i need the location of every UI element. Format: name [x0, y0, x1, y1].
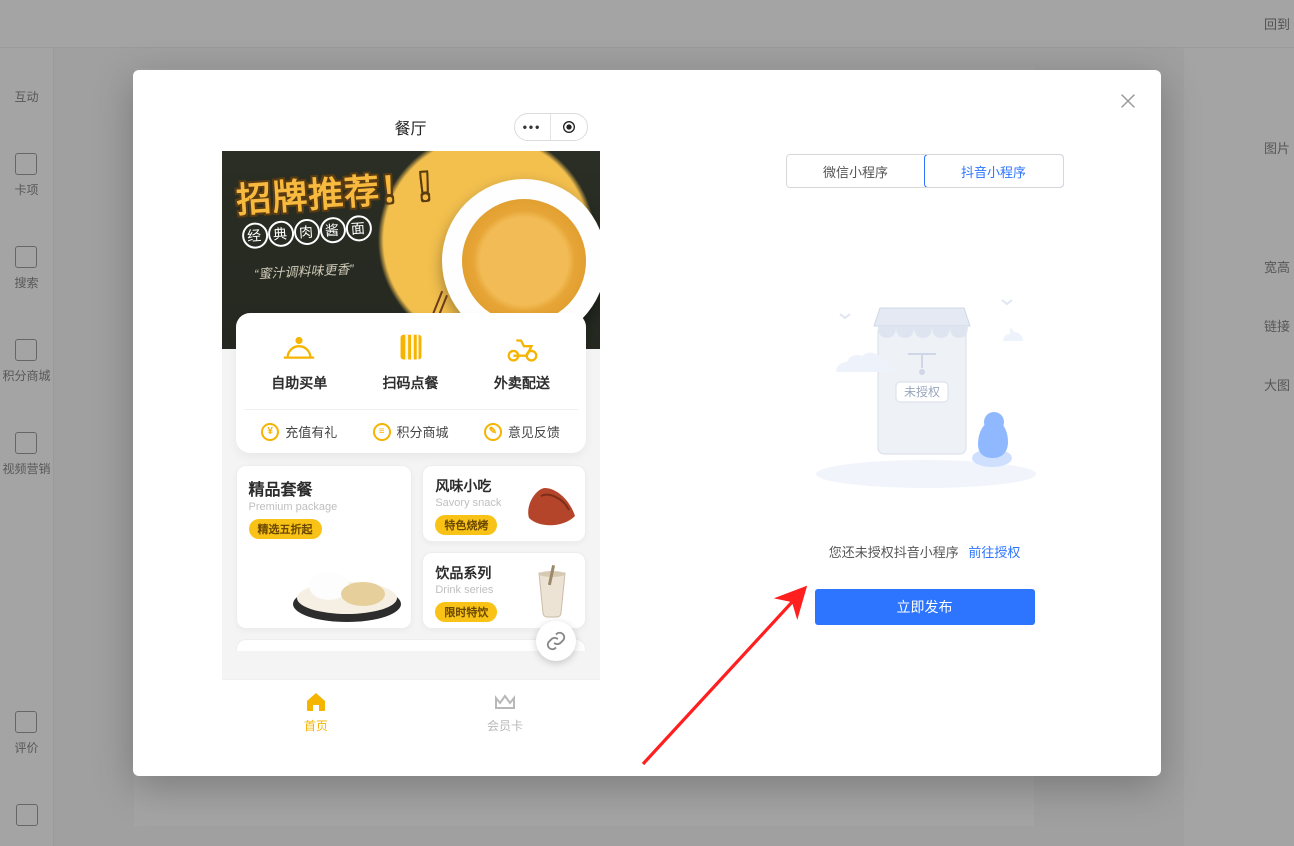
- phone-title: 餐厅: [395, 115, 427, 139]
- authorize-link[interactable]: 前往授权: [968, 545, 1020, 560]
- tab-douyin[interactable]: 抖音小程序: [924, 154, 1064, 188]
- publish-button[interactable]: 立即发布: [815, 589, 1035, 625]
- feature-scanorder[interactable]: 扫码点餐: [383, 331, 439, 393]
- publish-button-label: 立即发布: [897, 599, 953, 615]
- subfeature-label: 意见反馈: [508, 422, 560, 441]
- feature-card: 自助买单 扫码点餐: [236, 313, 586, 453]
- banner-headline: 招牌推荐！！: [234, 158, 453, 224]
- subfeature-feedback[interactable]: ✎ 意见反馈: [484, 422, 560, 441]
- promo-subtitle: Premium package: [249, 501, 400, 513]
- tab-douyin-label: 抖音小程序: [961, 162, 1026, 181]
- modal-overlay[interactable]: 餐厅 ••• 招牌推荐！！ 经典肉酱面: [0, 0, 1294, 846]
- unauthorized-badge: 未授权: [904, 384, 940, 399]
- drink-photo: [523, 563, 581, 621]
- dish-cover-icon: [280, 331, 318, 365]
- qr-icon: [392, 331, 430, 365]
- next-section-peek: [236, 639, 586, 651]
- banner-sub: “蜜汁调料味更香”: [253, 258, 354, 282]
- promo-card-drink[interactable]: 饮品系列 Drink series 限时特饮: [422, 552, 585, 629]
- feature-label: 扫码点餐: [383, 373, 439, 393]
- miniapp-capsule: •••: [514, 113, 588, 141]
- tab-label: 首页: [304, 717, 328, 734]
- promo-grid: 精品套餐 Premium package 精选五折起 风味小吃: [236, 465, 586, 629]
- promo-card-combo[interactable]: 精品套餐 Premium package 精选五折起: [236, 465, 413, 629]
- feature-selfpay[interactable]: 自助买单: [271, 331, 327, 393]
- promo-title: 精品套餐: [249, 476, 400, 500]
- pencil-icon: ✎: [484, 423, 502, 441]
- tab-member[interactable]: 会员卡: [411, 680, 600, 743]
- phone-titlebar: 餐厅 •••: [222, 103, 600, 151]
- phone-tabbar: 首页 会员卡: [222, 679, 600, 743]
- subfeature-mall[interactable]: ≡ 积分商城: [373, 422, 449, 441]
- feature-label: 外卖配送: [494, 373, 550, 393]
- combo-photo: [287, 548, 407, 626]
- tab-home[interactable]: 首页: [222, 680, 411, 743]
- scooter-icon: [503, 331, 541, 365]
- promo-card-snack[interactable]: 风味小吃 Savory snack 特色烧烤: [422, 465, 585, 542]
- feature-label: 自助买单: [271, 373, 327, 393]
- unauthorized-hint: 您还未授权抖音小程序 前往授权: [829, 542, 1021, 561]
- subfeature-label: 充值有礼: [285, 422, 337, 441]
- publish-pane: 微信小程序 抖音小程序: [688, 70, 1161, 776]
- promo-tag: 限时特饮: [435, 602, 497, 622]
- unauthorized-illustration: 未授权: [800, 254, 1050, 494]
- preview-pane: 餐厅 ••• 招牌推荐！！ 经典肉酱面: [133, 70, 688, 776]
- phone-preview: 餐厅 ••• 招牌推荐！！ 经典肉酱面: [222, 103, 600, 743]
- capsule-target-icon[interactable]: [551, 114, 587, 140]
- feature-delivery[interactable]: 外卖配送: [494, 331, 550, 393]
- capsule-more-icon[interactable]: •••: [515, 114, 551, 140]
- tab-wechat[interactable]: 微信小程序: [787, 155, 925, 187]
- subfeature-recharge[interactable]: ¥ 充值有礼: [261, 422, 337, 441]
- yen-icon: ¥: [261, 423, 279, 441]
- hint-text: 您还未授权抖音小程序: [829, 545, 959, 560]
- snack-photo: [523, 476, 581, 534]
- stack-icon: ≡: [373, 423, 391, 441]
- link-fab[interactable]: [536, 621, 576, 661]
- subfeature-label: 积分商城: [397, 422, 449, 441]
- promo-tag: 精选五折起: [249, 519, 322, 539]
- publish-modal: 餐厅 ••• 招牌推荐！！ 经典肉酱面: [133, 70, 1161, 776]
- tab-wechat-label: 微信小程序: [823, 162, 888, 181]
- close-icon[interactable]: [1117, 90, 1139, 112]
- platform-tabs: 微信小程序 抖音小程序: [786, 154, 1064, 188]
- tab-label: 会员卡: [487, 717, 523, 734]
- promo-tag: 特色烧烤: [435, 515, 497, 535]
